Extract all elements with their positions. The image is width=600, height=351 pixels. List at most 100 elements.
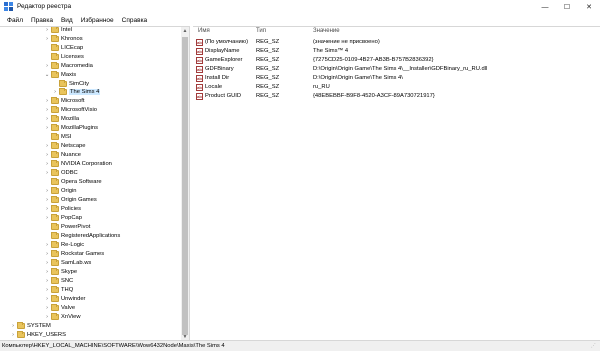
menu-file[interactable]: Файл: [3, 17, 27, 24]
tree-item[interactable]: › Intel: [44, 27, 72, 34]
tree-item[interactable]: › Mozilla: [44, 114, 79, 123]
chevron-right-icon[interactable]: ›: [44, 215, 50, 221]
tree-item[interactable]: › Skype: [44, 267, 77, 276]
tree-item[interactable]: › MicrosoftVisio: [44, 105, 97, 114]
string-value-icon: ab: [196, 48, 203, 55]
chevron-right-icon[interactable]: ›: [44, 296, 50, 302]
chevron-right-icon[interactable]: ›: [44, 36, 50, 42]
chevron-right-icon[interactable]: ›: [44, 161, 50, 167]
tree-item[interactable]: ⌄ Maxis: [44, 70, 76, 79]
chevron-right-icon[interactable]: ›: [44, 63, 50, 69]
chevron-right-icon[interactable]: ›: [44, 170, 50, 176]
chevron-right-icon[interactable]: ›: [44, 305, 50, 311]
value-row[interactable]: ab Install Dir REG_SZ D:\Origin\Origin Game…: [193, 74, 600, 83]
chevron-right-icon[interactable]: ›: [44, 260, 50, 266]
tree-item[interactable]: › PopCap: [44, 213, 82, 222]
scroll-down-arrow-icon[interactable]: ▼: [181, 333, 189, 340]
column-header-type[interactable]: Тип: [256, 28, 266, 34]
tree-item[interactable]: › Netscape: [44, 141, 86, 150]
tree-item[interactable]: › Policies: [44, 204, 81, 213]
folder-icon: [17, 321, 25, 329]
column-header-name[interactable]: Имя: [198, 28, 210, 34]
tree-item[interactable]: › Rockstar Games: [44, 249, 104, 258]
tree-item-label: ODBC: [61, 169, 78, 176]
tree-item[interactable]: Licenses: [44, 52, 84, 61]
value-row[interactable]: ab GameExplorer REG_SZ {7275CD25-0109-4B27-…: [193, 56, 600, 65]
tree-item[interactable]: Opera Software: [44, 177, 102, 186]
menu-help[interactable]: Справка: [118, 17, 152, 24]
chevron-right-icon[interactable]: ›: [44, 188, 50, 194]
resize-grip-icon[interactable]: ⋰: [591, 343, 598, 350]
string-value-icon: ab: [196, 93, 203, 100]
tree-item[interactable]: › Microsoft: [44, 96, 85, 105]
tree-item[interactable]: › Re-Logic: [44, 240, 84, 249]
chevron-right-icon[interactable]: ›: [44, 152, 50, 158]
tree-item-label: NVIDIA Corporation: [61, 160, 112, 167]
tree-item[interactable]: › HKEY_USERS: [10, 330, 66, 339]
chevron-right-icon[interactable]: ›: [44, 197, 50, 203]
tree-item[interactable]: › Unwinder: [44, 294, 86, 303]
tree-item[interactable]: › Nuance: [44, 150, 81, 159]
value-data: The Sims™ 4: [313, 48, 349, 54]
value-row[interactable]: ab DisplayName REG_SZ The Sims™ 4: [193, 47, 600, 56]
chevron-down-icon[interactable]: ⌄: [44, 72, 50, 78]
tree-item[interactable]: › Origin Games: [44, 195, 97, 204]
chevron-right-icon[interactable]: ›: [44, 125, 50, 131]
tree-item[interactable]: LICEcap: [44, 43, 83, 52]
maximize-button[interactable]: ☐: [556, 0, 578, 14]
chevron-right-icon[interactable]: ›: [10, 332, 16, 338]
chevron-right-icon[interactable]: ›: [44, 269, 50, 275]
chevron-right-icon[interactable]: ›: [44, 27, 50, 33]
scroll-up-arrow-icon[interactable]: ▲: [181, 27, 189, 35]
chevron-right-icon[interactable]: ›: [44, 98, 50, 104]
value-row[interactable]: ab Locale REG_SZ ru_RU: [193, 83, 600, 92]
tree-item[interactable]: MSI: [44, 132, 71, 141]
tree-item[interactable]: › SYSTEM: [10, 321, 51, 330]
minimize-button[interactable]: —: [534, 0, 556, 14]
value-name: (По умолчанию): [205, 39, 249, 45]
tree-item[interactable]: › Valve: [44, 303, 75, 312]
value-row[interactable]: ab GDFBinary REG_SZ D:\Origin\Origin Game\T…: [193, 65, 600, 74]
chevron-right-icon[interactable]: ›: [44, 287, 50, 293]
tree-item[interactable]: › The Sims 4: [52, 87, 101, 96]
tree-item[interactable]: › ODBC: [44, 168, 78, 177]
string-value-icon: ab: [196, 39, 203, 46]
chevron-right-icon[interactable]: ›: [44, 116, 50, 122]
tree-item[interactable]: PowerPivot: [44, 222, 90, 231]
column-header-value[interactable]: Значение: [313, 28, 340, 34]
value-data: ru_RU: [313, 84, 330, 90]
chevron-right-icon[interactable]: ›: [44, 107, 50, 113]
folder-icon: [17, 330, 25, 338]
tree-item[interactable]: › SamLab.ws: [44, 258, 91, 267]
menu-edit[interactable]: Правка: [27, 17, 57, 24]
chevron-right-icon[interactable]: ›: [44, 314, 50, 320]
tree-item[interactable]: RegisteredApplications: [44, 231, 120, 240]
chevron-right-icon[interactable]: ›: [44, 278, 50, 284]
tree-item[interactable]: › MozillaPlugins: [44, 123, 98, 132]
tree-item[interactable]: › SNC: [44, 276, 73, 285]
scroll-thumb[interactable]: [182, 37, 188, 335]
tree-item[interactable]: › THQ: [44, 285, 73, 294]
chevron-right-icon[interactable]: ›: [44, 242, 50, 248]
chevron-right-icon[interactable]: ›: [10, 323, 16, 329]
tree-item[interactable]: › XnView: [44, 312, 81, 321]
tree-item[interactable]: › NVIDIA Corporation: [44, 159, 112, 168]
value-name: Product GUID: [205, 93, 242, 99]
tree-item-label: Unwinder: [61, 295, 86, 302]
menu-view[interactable]: Вид: [57, 17, 77, 24]
chevron-right-icon[interactable]: ›: [44, 206, 50, 212]
value-row[interactable]: ab Product GUID REG_SZ {48EBEBBF-B9F8-4520-…: [193, 92, 600, 101]
menu-favorites[interactable]: Избранное: [77, 17, 118, 24]
registry-tree-pane: › Intel › Khronos LICEcap Licenses › Macromedia…: [0, 26, 190, 340]
tree-item-label: THQ: [61, 286, 74, 293]
close-button[interactable]: ✕: [578, 0, 600, 14]
chevron-right-icon[interactable]: ›: [44, 251, 50, 257]
chevron-right-icon[interactable]: ›: [52, 89, 58, 95]
tree-scrollbar[interactable]: ▲ ▼: [181, 27, 189, 340]
tree-item[interactable]: › Origin: [44, 186, 76, 195]
chevron-right-icon[interactable]: ›: [44, 143, 50, 149]
tree-item[interactable]: › Khronos: [44, 34, 83, 43]
tree-item[interactable]: › Macromedia: [44, 61, 93, 70]
value-row[interactable]: ab (По умолчанию) REG_SZ (значение не присв…: [193, 38, 600, 47]
tree-item-label: Origin: [61, 187, 77, 194]
